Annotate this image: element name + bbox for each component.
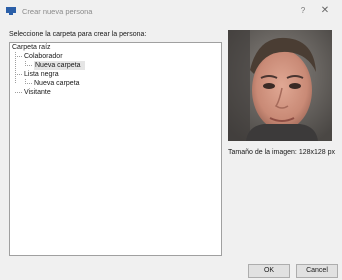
tree-node-nueva-carpeta[interactable]: Nueva carpeta (34, 79, 80, 88)
person-photo-preview (228, 30, 332, 141)
folder-tree[interactable]: Carpeta raíz Colaborador Nueva carpeta L… (9, 42, 222, 256)
create-person-dialog: Crear nueva persona ? ✕ Seleccione la ca… (0, 0, 342, 280)
person-app-icon (6, 7, 16, 15)
folder-prompt-label: Seleccione la carpeta para crear la pers… (9, 31, 147, 38)
help-icon[interactable]: ? (297, 5, 309, 17)
close-icon[interactable]: ✕ (319, 5, 331, 17)
tree-connector (15, 56, 22, 57)
image-size-label: Tamaño de la imagen: 128x128 px (228, 149, 336, 156)
tree-connector (15, 74, 22, 75)
tree-connector (15, 92, 22, 93)
title-bar[interactable]: Crear nueva persona ? ✕ (0, 0, 342, 22)
tree-connector (25, 65, 32, 66)
tree-connector (25, 83, 32, 84)
tree-node-nueva-carpeta-selected[interactable]: Nueva carpeta (34, 61, 85, 70)
tree-node-root-folder[interactable]: Carpeta raíz (12, 43, 51, 52)
face-photo-illustration (228, 30, 332, 141)
tree-node-colaborador[interactable]: Colaborador (24, 52, 63, 61)
ok-button[interactable]: OK (248, 264, 290, 278)
cancel-button[interactable]: Cancel (296, 264, 338, 278)
tree-node-visitante[interactable]: Visitante (24, 88, 51, 97)
window-title: Crear nueva persona (22, 7, 93, 16)
tree-node-lista-negra[interactable]: Lista negra (24, 70, 59, 79)
